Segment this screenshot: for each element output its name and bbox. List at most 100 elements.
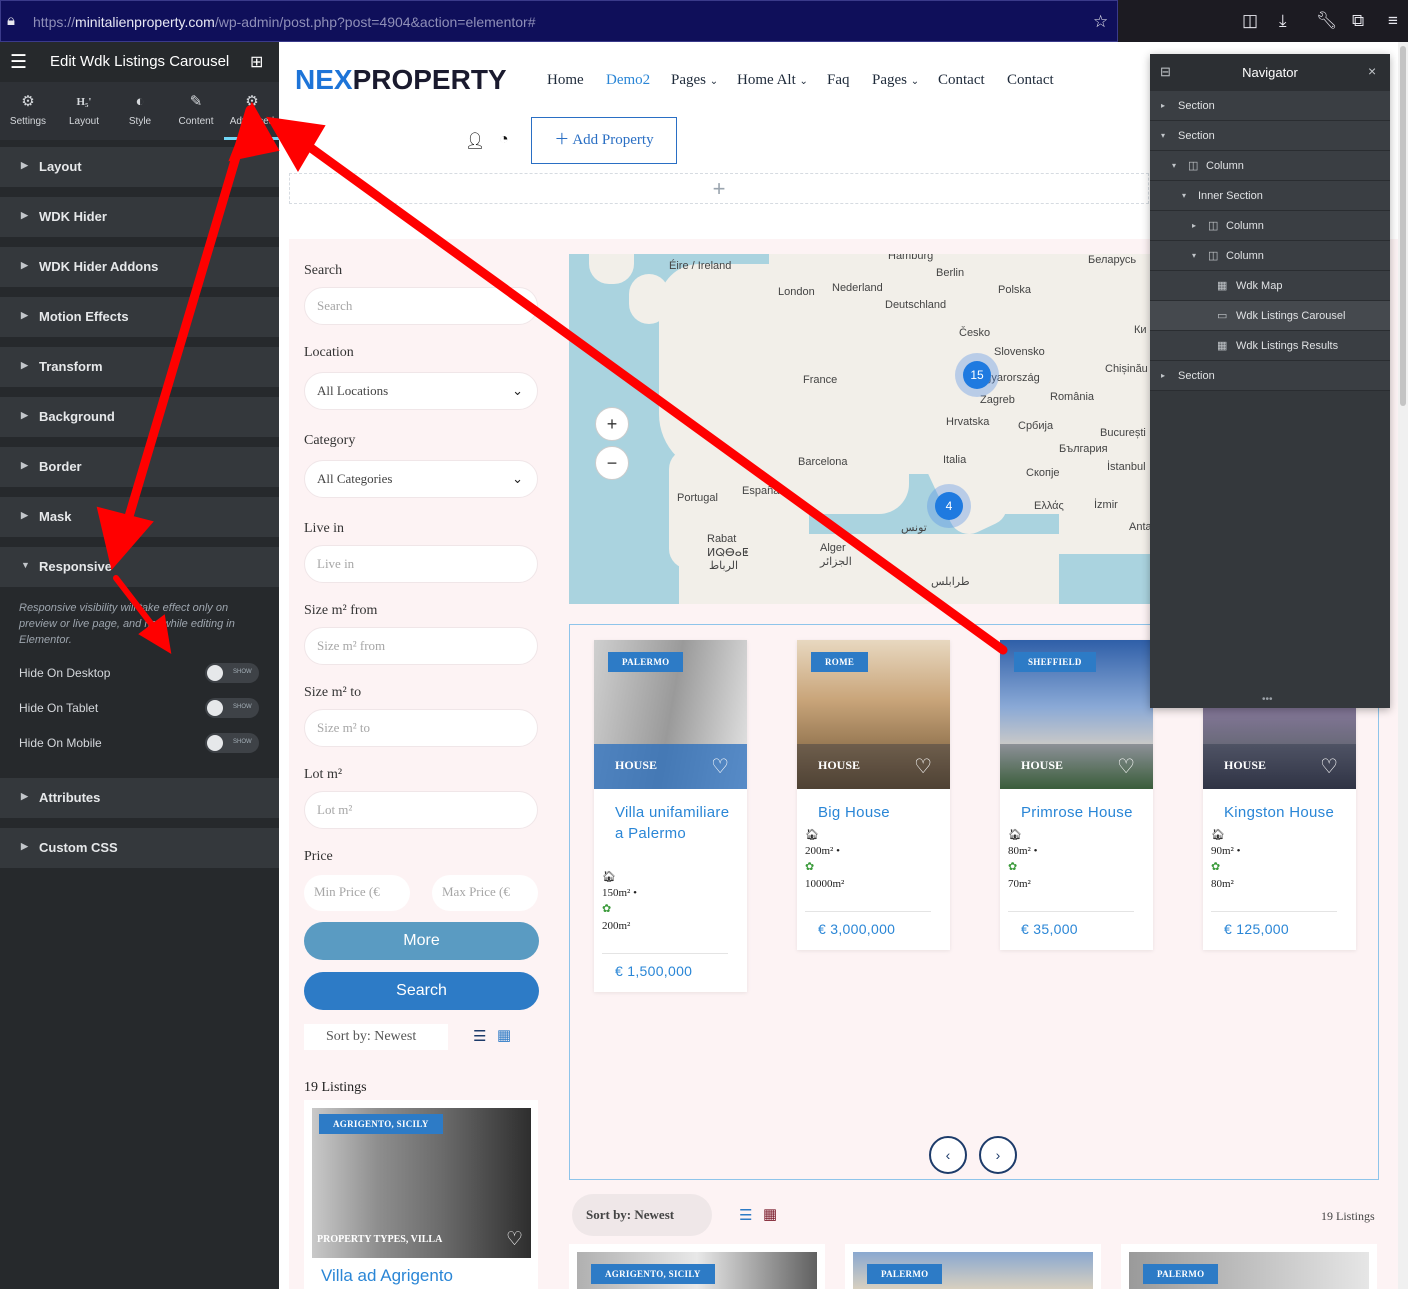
nav-item-section[interactable]: ▸ Section [1150,91,1390,121]
more-button[interactable]: More [304,922,539,960]
nav-home-alt[interactable]: Home Alt ⌄ [737,72,808,89]
section-transform[interactable]: ▶ Transform [0,347,279,387]
nav-item-inner-section[interactable]: ▾ Inner Section [1150,181,1390,211]
nav-item-column[interactable]: ▸ ◫ Column [1150,211,1390,241]
nav-pages-2[interactable]: Pages ⌄ [872,72,919,89]
property-title[interactable]: Kingston House [1224,802,1344,823]
grid-view-icon[interactable]: ▦ [497,1026,511,1044]
sizeto-input[interactable]: Size m² to [304,709,538,747]
map-cluster[interactable]: 4 [927,484,971,528]
section-border[interactable]: ▶ Border [0,447,279,487]
hide-tablet-toggle[interactable]: SHOW [205,698,259,718]
resize-handle-icon[interactable]: ••• [1262,694,1273,705]
section-mask[interactable]: ▶ Mask [0,497,279,537]
section-motion-effects[interactable]: ▶ Motion Effects [0,297,279,337]
property-card[interactable]: PALERMO HOUSE ♡ Villa unifamiliare a Pal… [594,640,747,992]
price-label: Price [304,849,333,864]
heart-icon[interactable]: ♡ [506,1228,523,1251]
nav-home[interactable]: Home [547,72,584,89]
sizefrom-input[interactable]: Size m² from [304,627,538,665]
property-title[interactable]: Villa unifamiliare a Palermo [615,802,735,844]
page-scrollbar[interactable] [1398,42,1408,1289]
carousel-next-button[interactable]: › [979,1136,1017,1174]
scrollbar-thumb[interactable] [1400,46,1406,406]
search-input[interactable]: Search [304,287,538,325]
grid-view-icon[interactable]: ▦ [763,1205,777,1223]
close-icon[interactable]: × [1368,63,1376,79]
tab-style[interactable]: ◐ Style [112,82,168,140]
nav-item-wdk-map[interactable]: ▦ Wdk Map [1150,271,1390,301]
property-card[interactable]: ROME HOUSE ♡ Big House 🏠︎ 200m² • ✿ 1000… [797,640,950,950]
section-attributes[interactable]: ▶ Attributes [0,778,279,818]
list-view-icon[interactable]: ☰ [739,1206,752,1224]
hide-desktop-toggle[interactable]: SHOW [205,663,259,683]
tab-layout[interactable]: H₅' Layout [56,82,112,140]
hide-mobile-toggle[interactable]: SHOW [205,733,259,753]
heart-icon[interactable]: ♡ [1320,754,1338,779]
min-price-input[interactable]: Min Price (€ [304,875,410,911]
listing-title[interactable]: Villa ad Agrigento [321,1266,453,1286]
nav-item-column[interactable]: ▾ ◫ Column [1150,241,1390,271]
tab-content[interactable]: ✎ Content [168,82,224,140]
results-sort-select[interactable]: Sort by: Newest [572,1194,712,1236]
nav-item-wdk-listings-results[interactable]: ▦ Wdk Listings Results [1150,331,1390,361]
lot-input[interactable]: Lot m² [304,791,538,829]
carousel-prev-button[interactable]: ‹ [929,1136,967,1174]
nav-pages[interactable]: Pages ⌄ [671,72,718,89]
section-background[interactable]: ▶ Background [0,397,279,437]
section-layout[interactable]: ▶ Layout [0,147,279,187]
result-card[interactable]: PALERMO [845,1244,1101,1289]
nav-item-section[interactable]: ▸ Section [1150,361,1390,391]
menu-icon[interactable]: ≡ [1388,11,1398,31]
zoom-in-button[interactable]: + [595,407,629,441]
category-select[interactable]: All Categories ⌄ [304,460,538,498]
extensions-icon[interactable]: ⧉ [1352,11,1364,31]
star-icon[interactable]: ☆ [1093,12,1108,32]
nav-faq[interactable]: Faq [827,72,850,89]
add-section-dropzone[interactable]: + [289,173,1149,204]
section-wdk-hider[interactable]: ▶ WDK Hider [0,197,279,237]
location-badge: PALERMO [1143,1264,1219,1284]
section-wdk-hider-addons[interactable]: ▶ WDK Hider Addons [0,247,279,287]
user-remove-icon[interactable]: 👤︎ [465,131,485,151]
wrench-icon[interactable]: 🔧︎ [1316,11,1338,31]
sort-select[interactable]: Sort by: Newest [304,1024,448,1050]
nav-item-wdk-listings-carousel[interactable]: ▭ Wdk Listings Carousel [1150,301,1390,331]
property-card[interactable]: SHEFFIELD HOUSE ♡ Primrose House 🏠︎ 80m²… [1000,640,1153,950]
search-button[interactable]: Search [304,972,539,1010]
section-custom-css[interactable]: ▶ Custom CSS [0,828,279,868]
nav-item-section[interactable]: ▾ Section [1150,121,1390,151]
grid-icon[interactable]: ⊞ [250,52,263,72]
map[interactable]: Éire / Ireland Hamburg Berlin Беларусь L… [569,254,1150,604]
heart-icon[interactable]: ♡ [1117,754,1135,779]
property-title[interactable]: Big House [818,802,938,823]
heart-icon[interactable]: ♡ [914,754,932,779]
add-property-button[interactable]: ＋ Add Property [531,117,677,164]
tab-settings[interactable]: ⚙ Settings [0,82,56,140]
livein-input[interactable]: Live in [304,545,538,583]
map-cluster[interactable]: 15 [955,353,999,397]
location-select[interactable]: All Locations ⌄ [304,372,538,410]
nav-contact[interactable]: Contact [938,72,985,89]
toggle-knob [207,735,223,751]
max-price-input[interactable]: Max Price (€ [432,875,538,911]
download-icon[interactable]: ⤓ [1279,11,1287,31]
dashboard-icon[interactable]: ◔ [499,131,509,149]
address-bar[interactable]: 🔒︎ https://minitalienproperty.com/wp-adm… [0,0,1118,42]
heart-icon[interactable]: ♡ [711,754,729,779]
result-card[interactable]: PALERMO [1121,1244,1377,1289]
nav-contact-2[interactable]: Contact [1007,72,1054,89]
nav-item-column[interactable]: ▾ ◫ Column [1150,151,1390,181]
column-icon: ◫ [1208,250,1219,262]
property-title[interactable]: Primrose House [1021,802,1141,823]
zoom-out-button[interactable]: − [595,446,629,480]
listing-card[interactable]: AGRIGENTO, SICILY PROPERTY TYPES, VILLA … [304,1100,538,1289]
tab-advanced[interactable]: ⚙ Advanced [224,82,280,140]
site-logo[interactable]: NEXPROPERTY [295,64,507,96]
pocket-icon[interactable]: ◫ [1242,11,1258,31]
nav-demo2[interactable]: Demo2 [606,72,650,89]
hamburger-icon[interactable]: ☰ [10,51,27,74]
section-responsive[interactable]: ▼ Responsive [0,547,279,587]
result-card[interactable]: AGRIGENTO, SICILY [569,1244,825,1289]
list-view-icon[interactable]: ☰ [473,1027,486,1045]
